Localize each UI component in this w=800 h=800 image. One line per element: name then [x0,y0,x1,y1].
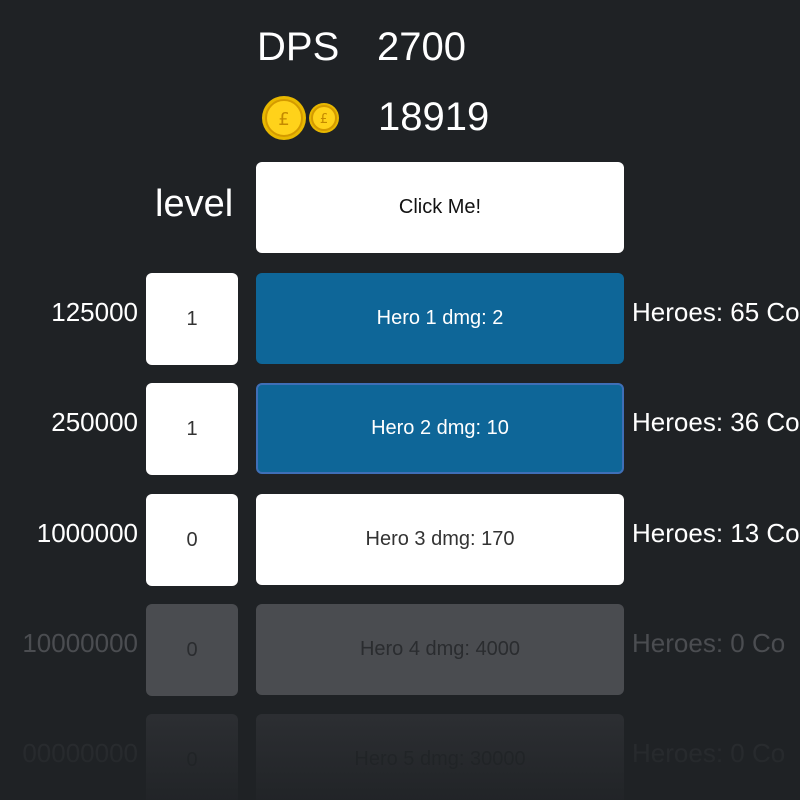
dps-value: 2700 [377,25,466,69]
level-label: level [155,183,234,225]
dps-label: DPS [257,25,340,69]
gold-value: 18919 [378,95,490,139]
hero-row: 1000000 0 Hero 3 dmg: 170 Heroes: 13 Co [0,494,800,586]
hero-count-text: Heroes: 36 Co [632,407,800,437]
hero-level-box: 0 [146,494,238,586]
hero-count-text: Heroes: 65 Co [632,297,800,327]
hero-level-box: 1 [146,383,238,475]
hero-count-text: Heroes: 13 Co [632,518,800,548]
hero-buy-button[interactable]: Hero 5 dmg: 30000 [256,714,624,800]
hero-buy-button[interactable]: Hero 1 dmg: 2 [256,273,624,364]
hero-row: 10000000 0 Hero 4 dmg: 4000 Heroes: 0 Co [0,604,800,696]
svg-text:£: £ [320,112,328,127]
hero-buy-button[interactable]: Hero 2 dmg: 10 [256,383,624,474]
hero-cost: 00000000 [22,738,138,768]
click-me-button[interactable]: Click Me! [256,162,624,253]
hero-row: 00000000 0 Hero 5 dmg: 30000 Heroes: 0 Co [0,714,800,800]
hero-cost: 250000 [51,407,138,437]
hero-cost: 1000000 [36,518,138,548]
hero-row: 125000 1 Hero 1 dmg: 2 Heroes: 65 Co [0,273,800,365]
gold-coin-icon: £ £ [262,96,339,140]
hero-buy-button[interactable]: Hero 3 dmg: 170 [256,494,624,585]
hero-level-box: 0 [146,714,238,800]
hero-count-text: Heroes: 0 Co [632,628,786,658]
hero-cost: 125000 [51,297,138,327]
hero-row: 250000 1 Hero 2 dmg: 10 Heroes: 36 Co [0,383,800,475]
app-root: DPS 2700 £ £ 18919 level Click Me! 12500… [0,0,800,800]
hero-level-box: 0 [146,604,238,696]
svg-text:£: £ [278,109,289,130]
hero-count-text: Heroes: 0 Co [632,738,786,768]
hero-cost: 10000000 [22,628,138,658]
hero-level-box: 1 [146,273,238,365]
hero-buy-button[interactable]: Hero 4 dmg: 4000 [256,604,624,695]
